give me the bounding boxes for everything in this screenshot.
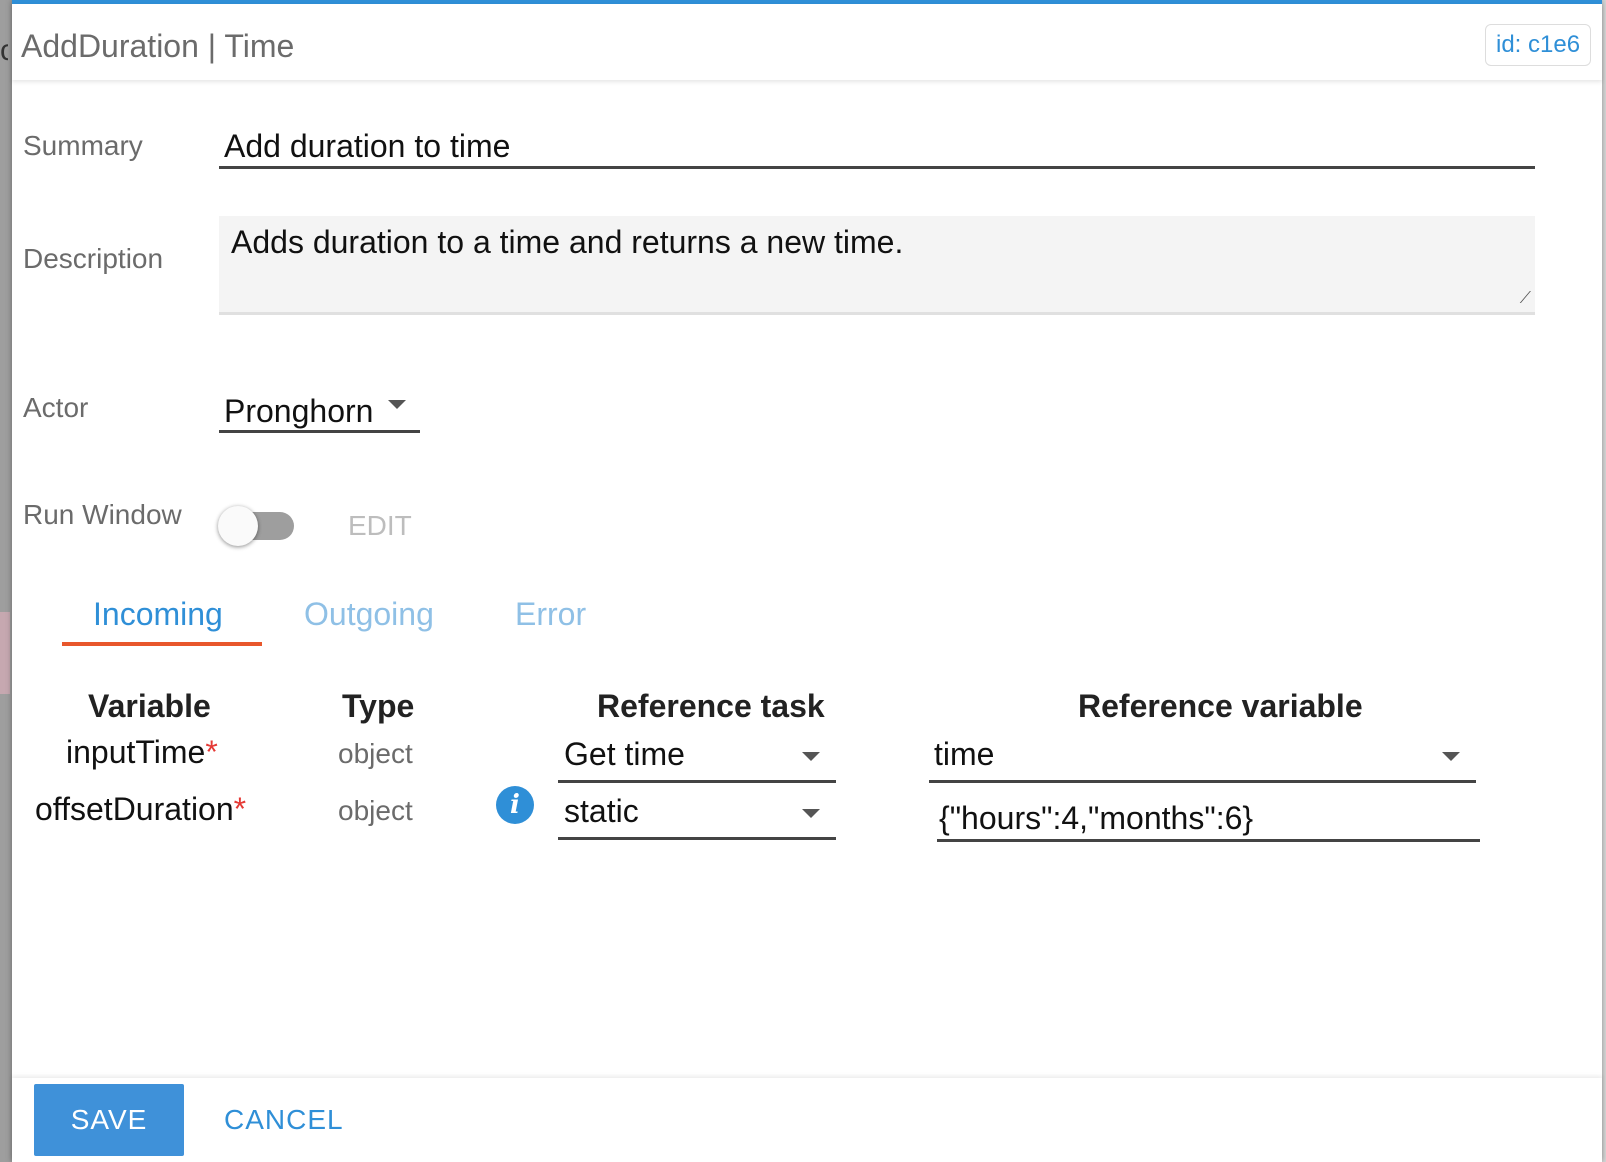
column-header-reference-variable: Reference variable [1078,688,1363,724]
reference-variable-value: time [934,736,995,772]
cancel-button[interactable]: CANCEL [224,1104,344,1136]
info-icon[interactable]: i [496,786,534,824]
reference-task-underline [558,780,836,783]
variable-type: object [338,738,413,769]
save-button[interactable]: SAVE [34,1084,184,1156]
description-textarea[interactable]: Adds duration to a time and returns a ne… [219,216,1535,315]
required-marker: * [233,791,247,827]
chevron-down-icon [388,400,406,409]
required-marker: * [205,734,218,770]
run-window-edit-button[interactable]: EDIT [348,510,412,542]
reference-task-underline [558,837,836,840]
variable-name-text: inputTime [66,734,206,770]
tab-outgoing[interactable]: Outgoing [304,596,434,633]
summary-value: Add duration to time [224,128,511,164]
run-window-label: Run Window [23,499,182,530]
toggle-knob [218,506,258,546]
variable-type: object [338,795,413,826]
actor-underline [219,430,420,433]
reference-task-value: static [564,793,639,829]
background-panel-fragment: c [0,34,8,67]
chevron-down-icon [802,752,820,761]
column-header-variable: Variable [88,688,211,724]
tab-error[interactable]: Error [515,596,586,633]
reference-task-value: Get time [564,736,685,772]
summary-label: Summary [23,130,143,161]
variable-name: inputTime* [66,734,218,771]
variable-name: offsetDuration* [35,791,246,828]
description-value: Adds duration to a time and returns a ne… [231,224,904,260]
variable-name-text: offsetDuration [35,791,234,827]
description-label: Description [23,243,164,274]
chevron-down-icon [1442,752,1460,761]
dialog-footer: SAVE CANCEL [12,1078,1602,1162]
task-edit-dialog: AddDuration | Time id: c1e6 Summary Add … [12,0,1602,1162]
background-panel [0,0,12,1162]
resize-handle-icon[interactable]: ⟋ [1520,290,1531,308]
dialog-title: AddDuration | Time [21,28,295,64]
active-tab-indicator [62,642,262,646]
reference-variable-value: {"hours":4,"months":6} [939,800,1254,836]
background-edge [1602,0,1606,1162]
actor-label: Actor [23,392,89,423]
summary-underline [219,166,1535,169]
dialog-header: AddDuration | Time id: c1e6 [12,4,1602,80]
chevron-down-icon [802,809,820,818]
column-header-type: Type [342,688,415,724]
reference-variable-underline [937,839,1480,842]
task-id-badge: id: c1e6 [1485,24,1592,66]
background-node-fragment [0,612,10,694]
tab-incoming[interactable]: Incoming [93,596,223,633]
actor-value: Pronghorn [224,393,374,429]
reference-variable-underline [929,780,1476,783]
column-header-reference-task: Reference task [597,688,825,724]
